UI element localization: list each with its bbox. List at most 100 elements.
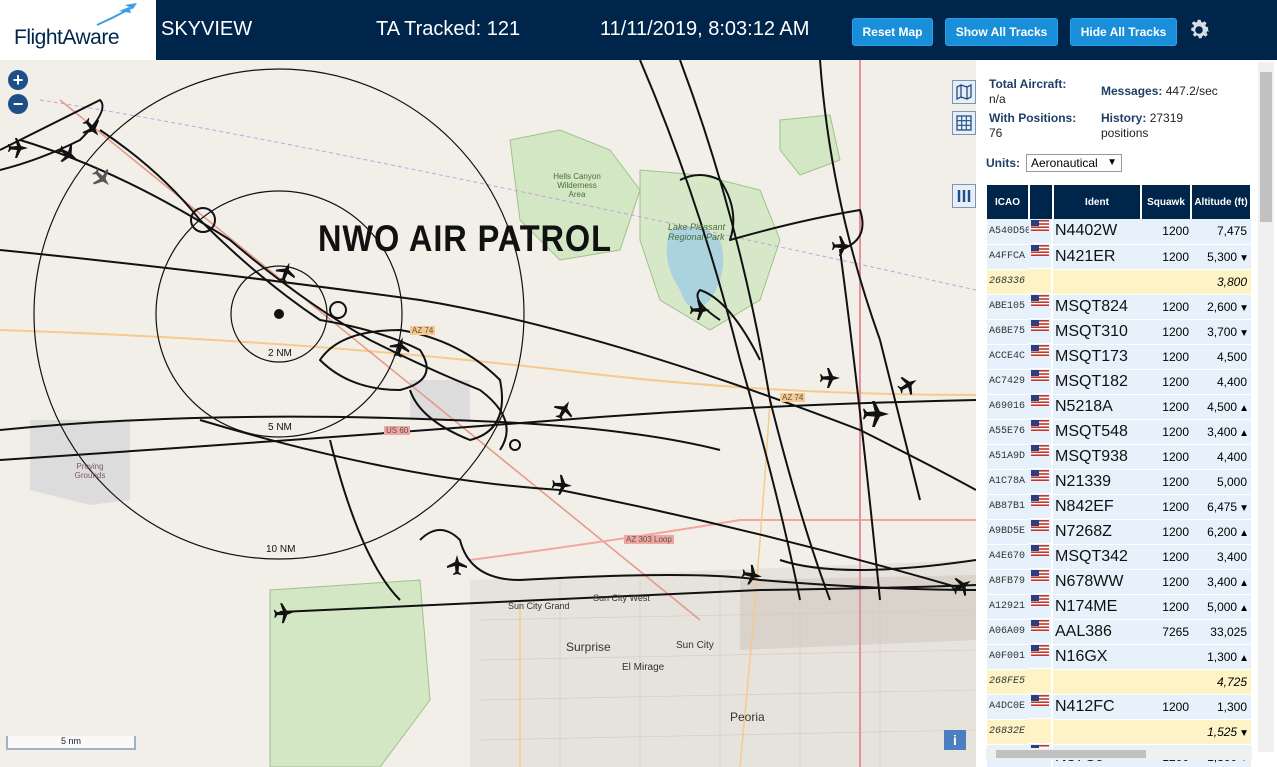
table-row[interactable]: ABE105 MSQT824 1200 2,600 ▼	[987, 294, 1251, 320]
ring-label-10nm: 10 NM	[266, 544, 296, 555]
table-row[interactable]: A8FB79 N678WW 1200 3,400 ▲	[987, 569, 1251, 595]
table-row[interactable]: A540D50 N4402W 1200 7,475	[987, 219, 1251, 245]
show-all-tracks-button[interactable]: Show All Tracks	[945, 18, 1058, 46]
flag-cell	[1029, 244, 1051, 269]
table-row[interactable]: A1C78A N21339 1200 5,000	[987, 469, 1251, 495]
info-button[interactable]: i	[944, 730, 966, 750]
ident-cell: MSQT182	[1053, 369, 1141, 395]
map-view[interactable]: Hells Canyon Wilderness Area Lake Pleasa…	[0, 60, 976, 767]
ident-cell: MSQT938	[1053, 444, 1141, 470]
col-icao[interactable]: ICAO	[987, 185, 1030, 219]
altitude-trend-icon: ▼	[1239, 502, 1249, 514]
hide-all-tracks-button[interactable]: Hide All Tracks	[1070, 18, 1177, 46]
col-flag[interactable]	[1029, 185, 1054, 219]
squawk-cell: 1200	[1141, 544, 1191, 570]
altitude-cell: 3,800	[1191, 269, 1251, 295]
scrollbar-thumb[interactable]	[1260, 72, 1272, 222]
table-row[interactable]: AC7429 MSQT182 1200 4,400	[987, 369, 1251, 395]
icao-cell: A06A09	[987, 619, 1029, 645]
history-unit: positions	[1101, 126, 1149, 140]
table-row[interactable]: ACCE4C MSQT173 1200 4,500	[987, 344, 1251, 370]
table-row[interactable]: A06A09 AAL386 7265 33,025	[987, 619, 1251, 645]
table-row[interactable]: A4DC0E N412FC 1200 1,300	[987, 694, 1251, 720]
with-positions-value: 76	[989, 126, 1003, 140]
flag-cell	[1029, 569, 1051, 594]
altitude-value: 4,500	[1207, 399, 1238, 414]
table-row[interactable]: A0F001 N16GX 1,300 ▲	[987, 644, 1251, 670]
col-altitude[interactable]: Altitude (ft)	[1191, 185, 1252, 219]
flag-cell	[1029, 269, 1051, 294]
label-road-az74-2: AZ 74	[780, 393, 806, 402]
chevron-down-icon: ▼	[1107, 157, 1117, 168]
icao-cell: A9BD5E	[987, 519, 1029, 545]
squawk-cell: 1200	[1141, 394, 1191, 420]
icao-cell: A55E76	[987, 419, 1029, 445]
ident-cell	[1053, 719, 1141, 745]
ident-cell: N5218A	[1053, 394, 1141, 420]
flag-cell	[1029, 469, 1051, 494]
ident-cell: N16GX	[1053, 644, 1141, 670]
altitude-value: 3,400	[1207, 574, 1238, 589]
altitude-cell: 4,500	[1191, 344, 1251, 370]
ident-cell: MSQT173	[1053, 344, 1141, 370]
icao-cell: 268FE5	[987, 669, 1029, 695]
us-flag-icon	[1031, 694, 1049, 706]
table-header-row: ICAO Ident Squawk Altitude (ft)	[987, 185, 1252, 219]
reset-map-button[interactable]: Reset Map	[852, 18, 933, 46]
squawk-cell	[1141, 269, 1191, 295]
table-row[interactable]: A12921 N174ME 1200 5,000 ▲	[987, 594, 1251, 620]
squawk-cell: 1200	[1141, 494, 1191, 520]
us-flag-icon	[1031, 644, 1049, 656]
table-row[interactable]: A4FFCA N421ER 1200 5,300 ▼	[987, 244, 1251, 270]
altitude-value: 1,300	[1207, 649, 1238, 664]
label-lake-pleasant: Lake Pleasant Regional Park	[668, 222, 726, 242]
altitude-trend-icon: ▲	[1239, 577, 1249, 589]
flightaware-logo[interactable]: FlightAware	[0, 0, 156, 60]
table-row[interactable]: AB87B1 N842EF 1200 6,475 ▼	[987, 494, 1251, 520]
us-flag-icon	[1031, 244, 1049, 256]
map-layer-button[interactable]	[952, 80, 976, 104]
ident-cell: MSQT310	[1053, 319, 1141, 345]
total-aircraft-label: Total Aircraft:	[989, 77, 1067, 91]
icao-cell: ABE105	[987, 294, 1029, 320]
with-positions: With Positions: 76	[989, 111, 1076, 141]
flag-cell	[1029, 394, 1051, 419]
zoom-out-button[interactable]: −	[8, 94, 28, 114]
table-row[interactable]: A9BD5E N7268Z 1200 6,200 ▲	[987, 519, 1251, 545]
flag-cell	[1029, 644, 1051, 669]
icao-cell: AC7429	[987, 369, 1029, 395]
table-row[interactable]: A6BE75 MSQT310 1200 3,700 ▼	[987, 319, 1251, 345]
squawk-cell: 1200	[1141, 219, 1191, 245]
zoom-in-button[interactable]: +	[8, 70, 28, 90]
table-row[interactable]: A51A9D MSQT938 1200 4,400	[987, 444, 1251, 470]
messages-value: 447.2/sec	[1165, 84, 1218, 98]
us-flag-icon	[1031, 444, 1049, 456]
gear-icon[interactable]	[1186, 17, 1212, 43]
altitude-value: 3,700	[1207, 324, 1238, 339]
ident-cell: MSQT548	[1053, 419, 1141, 445]
altitude-trend-icon: ▲	[1239, 402, 1249, 414]
flag-cell	[1029, 219, 1051, 244]
panel-toggle-button[interactable]	[952, 184, 976, 208]
grid-toggle-button[interactable]	[952, 111, 976, 135]
col-ident[interactable]: Ident	[1053, 185, 1142, 219]
label-proving-grounds: Proving Grounds	[74, 462, 106, 480]
app-name: SKYVIEW	[161, 18, 253, 40]
panel-horizontal-scrollbar[interactable]	[986, 748, 1252, 760]
table-row[interactable]: 26832E 1,525 ▼	[987, 719, 1251, 745]
table-row[interactable]: A4E670 MSQT342 1200 3,400	[987, 544, 1251, 570]
aircraft-table-body: A540D50 N4402W 1200 7,475 A4FFCA N421ER 1200 5,…	[987, 219, 1251, 767]
label-road-az74: AZ 74	[410, 326, 436, 335]
flag-cell	[1029, 369, 1051, 394]
scrollbar-thumb[interactable]	[996, 750, 1146, 758]
table-row[interactable]: 268336 3,800	[987, 269, 1251, 295]
altitude-value: 3,400	[1216, 549, 1247, 564]
squawk-cell	[1141, 669, 1191, 695]
table-row[interactable]: A69016 N5218A 1200 4,500 ▲	[987, 394, 1251, 420]
panel-vertical-scrollbar[interactable]	[1258, 62, 1274, 752]
units-select[interactable]: Aeronautical ▼	[1026, 154, 1122, 172]
table-row[interactable]: A55E76 MSQT548 1200 3,400 ▲	[987, 419, 1251, 445]
table-row[interactable]: 268FE5 4,725	[987, 669, 1251, 695]
us-flag-icon	[1031, 344, 1049, 356]
col-squawk[interactable]: Squawk	[1141, 185, 1192, 219]
